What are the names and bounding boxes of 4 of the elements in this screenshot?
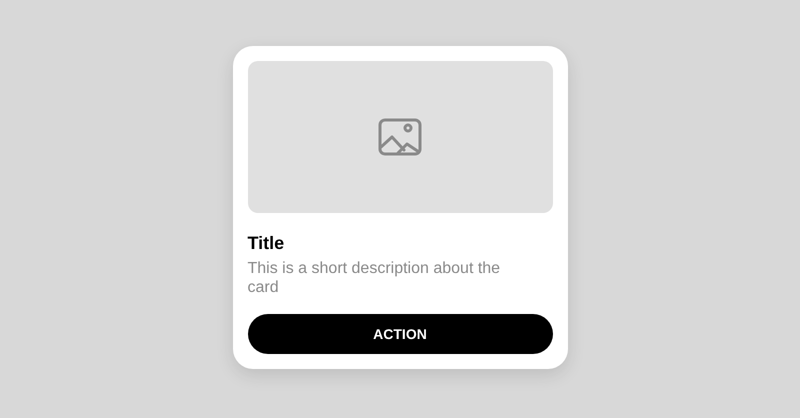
card-title: Title [248, 232, 286, 254]
card-description: This is a short description about the card [248, 259, 502, 297]
image-icon [378, 118, 422, 156]
action-button[interactable]: ACTION [248, 314, 552, 354]
